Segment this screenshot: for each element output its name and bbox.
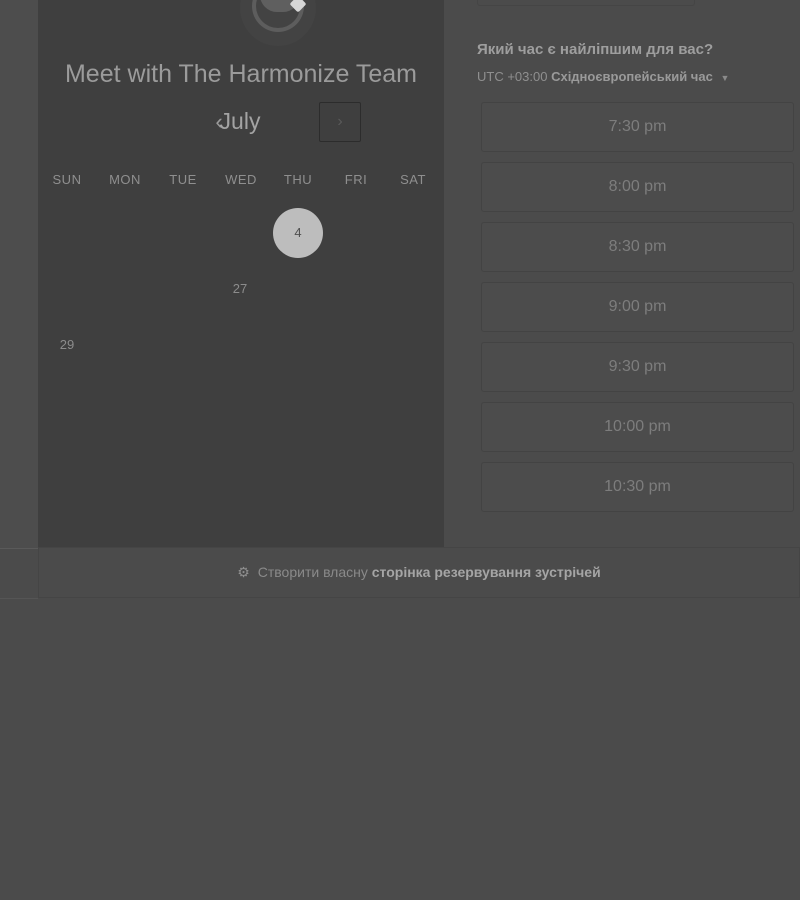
calendar-day-selected[interactable]: 4 xyxy=(273,208,323,258)
timezone-offset: UTC +03:00 xyxy=(477,69,548,84)
organizer-title: Meet with The Harmonize Team xyxy=(64,60,417,88)
time-slot-button[interactable]: 7:30 pm xyxy=(481,102,794,152)
time-slot-button[interactable]: 8:30 pm xyxy=(481,222,794,272)
weekday-wed: WED xyxy=(225,172,257,187)
calendar-day: 29 xyxy=(59,337,75,352)
time-slot-button[interactable]: 8:00 pm xyxy=(481,162,794,212)
footer-prefix: Створити власну xyxy=(257,564,368,580)
weekday-tue: TUE xyxy=(169,172,197,187)
calendar-day: 27 xyxy=(232,281,248,296)
weekday-fri: FRI xyxy=(344,172,368,187)
next-month-button[interactable]: › xyxy=(319,102,361,142)
chevron-right-icon: › xyxy=(337,113,343,130)
time-slot-button[interactable]: 9:30 pm xyxy=(481,342,794,392)
timezone-selector[interactable]: UTC +03:00 Східноєвропейський час ▼ xyxy=(477,69,729,84)
month-label: July xyxy=(219,108,261,134)
time-slot-button[interactable]: 10:00 pm xyxy=(481,402,794,452)
time-slot-button[interactable]: 9:00 pm xyxy=(481,282,794,332)
weekday-mon: MON xyxy=(109,172,141,187)
hubspot-sprocket-icon: ⚙ xyxy=(237,564,250,580)
top-field-stub xyxy=(477,0,695,6)
left-background-strip xyxy=(0,0,38,548)
time-slot-button[interactable]: 10:30 pm xyxy=(481,462,794,512)
timezone-name: Східноєвропейський час xyxy=(551,69,713,84)
time-selection-panel: Який час є найліпшим для вас? UTC +03:00… xyxy=(444,0,800,548)
footer-bar: ⚙ Створити власну сторінка резервування … xyxy=(38,547,800,598)
weekday-thu: THU xyxy=(283,172,313,187)
weekday-sat: SAT xyxy=(400,172,426,187)
weekday-sun: SUN xyxy=(52,172,82,187)
time-question-heading: Який час є найліпшим для вас? xyxy=(477,41,714,58)
left-divider xyxy=(0,548,38,549)
create-meetings-page-link[interactable]: сторінка резервування зустрічей xyxy=(372,564,601,580)
bottom-divider xyxy=(0,598,38,599)
caret-down-icon: ▼ xyxy=(720,73,730,83)
calendar-panel: ••• Meet with The Harmonize Team ‹ July … xyxy=(38,0,444,547)
chat-bubble-icon: ••• xyxy=(240,0,316,46)
